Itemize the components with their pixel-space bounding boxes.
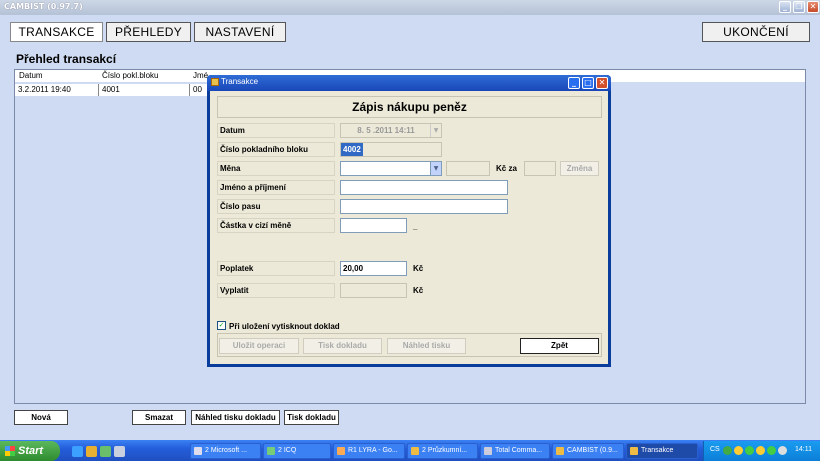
browser-icon xyxy=(337,447,345,455)
save-operation-button[interactable]: Uložit operaci xyxy=(219,338,299,354)
app-icon xyxy=(211,78,219,86)
payout-label: Vyplatit xyxy=(217,283,335,298)
currency-select[interactable] xyxy=(340,161,442,176)
payout-field xyxy=(340,283,407,298)
currency-label: Měna xyxy=(217,161,335,176)
cell-name: 00 xyxy=(193,85,202,94)
language-indicator[interactable]: CS xyxy=(710,446,720,453)
cell-separator xyxy=(189,84,190,96)
close-icon[interactable]: ✕ xyxy=(807,1,819,13)
print-preview-button[interactable]: Náhled tisku dokladu xyxy=(191,410,280,425)
passport-label: Číslo pasu xyxy=(217,199,335,214)
receipt-value: 4002 xyxy=(341,143,363,156)
name-label: Jméno a příjmení xyxy=(217,180,335,195)
cell-separator xyxy=(98,84,99,96)
tray-icon[interactable] xyxy=(767,446,776,455)
chevron-down-icon[interactable]: ▼ xyxy=(430,124,441,137)
dialog-titlebar[interactable] xyxy=(207,75,611,91)
rate-unit-field[interactable] xyxy=(524,161,556,176)
new-button[interactable]: Nová xyxy=(14,410,68,425)
print-preview-dialog-button[interactable]: Náhled tisku xyxy=(387,338,466,354)
icq-icon xyxy=(267,447,275,455)
cell-date: 3.2.2011 19:40 xyxy=(18,85,71,94)
column-name[interactable]: Jmé xyxy=(193,71,208,80)
amount-field[interactable] xyxy=(340,218,407,233)
name-field[interactable] xyxy=(340,180,508,195)
back-button[interactable]: Zpět xyxy=(520,338,599,354)
word-icon xyxy=(194,447,202,455)
tray-icon[interactable] xyxy=(734,446,743,455)
tab-transakce[interactable]: TRANSAKCE xyxy=(10,22,103,42)
browser-icon[interactable] xyxy=(72,446,83,457)
print-on-save-checkbox[interactable]: ✓ xyxy=(217,321,226,330)
fee-field[interactable]: 20,00 xyxy=(340,261,407,276)
windows-logo-icon xyxy=(5,446,15,456)
rate-field[interactable] xyxy=(446,161,490,176)
cell-receipt: 4001 xyxy=(102,85,120,94)
column-receipt[interactable]: Číslo pokl.bloku xyxy=(102,71,158,80)
clock[interactable]: 14:11 xyxy=(795,446,812,453)
dialog-maximize-icon[interactable]: □ xyxy=(582,77,594,89)
dialog-close-icon[interactable]: ✕ xyxy=(596,77,608,89)
exit-button[interactable]: UKONČENÍ xyxy=(702,22,810,42)
tab-nastaveni[interactable]: NASTAVENÍ xyxy=(194,22,286,42)
app-title: CAMBIST (0.97.7) xyxy=(4,2,83,11)
payout-unit: Kč xyxy=(413,286,424,295)
folder-icon[interactable] xyxy=(86,446,97,457)
passport-field[interactable] xyxy=(340,199,508,214)
dialog-minimize-icon[interactable]: _ xyxy=(568,77,580,89)
tray-icon[interactable] xyxy=(756,446,765,455)
folder-icon xyxy=(411,447,419,455)
tab-prehledy[interactable]: PŘEHLEDY xyxy=(106,22,191,42)
tray-icon[interactable] xyxy=(745,446,754,455)
messenger-icon[interactable] xyxy=(100,446,111,457)
dialog-title: Transakce xyxy=(221,77,259,86)
total-commander-icon xyxy=(484,447,492,455)
change-button[interactable]: Změna xyxy=(560,161,599,176)
print-receipt-button[interactable]: Tisk dokladu xyxy=(303,338,382,354)
app-titlebar[interactable] xyxy=(0,0,820,15)
date-picker[interactable]: 8. 5 .2011 14:11 xyxy=(340,123,442,138)
amount-label: Částka v cizí měně xyxy=(217,218,335,233)
transakce-icon xyxy=(630,447,638,455)
print-on-save-label[interactable]: Při uložení vytisknout doklad xyxy=(229,322,340,331)
fee-label: Poplatek xyxy=(217,261,335,276)
receipt-label: Číslo pokladního bloku xyxy=(217,142,335,157)
restore-icon[interactable]: ❐ xyxy=(793,1,805,13)
amount-suffix: _ xyxy=(413,222,418,231)
column-datum[interactable]: Datum xyxy=(19,71,43,80)
rate-label: Kč za xyxy=(496,164,517,173)
cambist-icon xyxy=(556,447,564,455)
delete-button[interactable]: Smazat xyxy=(132,410,186,425)
date-label: Datum xyxy=(217,123,335,138)
tray-icon[interactable] xyxy=(723,446,732,455)
section-title: Přehled transakcí xyxy=(16,52,117,66)
print-button[interactable]: Tisk dokladu xyxy=(284,410,339,425)
desktop-icon[interactable] xyxy=(114,446,125,457)
fee-unit: Kč xyxy=(413,264,424,273)
tray-icon[interactable] xyxy=(778,446,787,455)
chevron-down-icon[interactable]: ▼ xyxy=(430,162,441,175)
minimize-icon[interactable]: _ xyxy=(779,1,791,13)
dialog-heading: Zápis nákupu peněz xyxy=(217,96,602,118)
